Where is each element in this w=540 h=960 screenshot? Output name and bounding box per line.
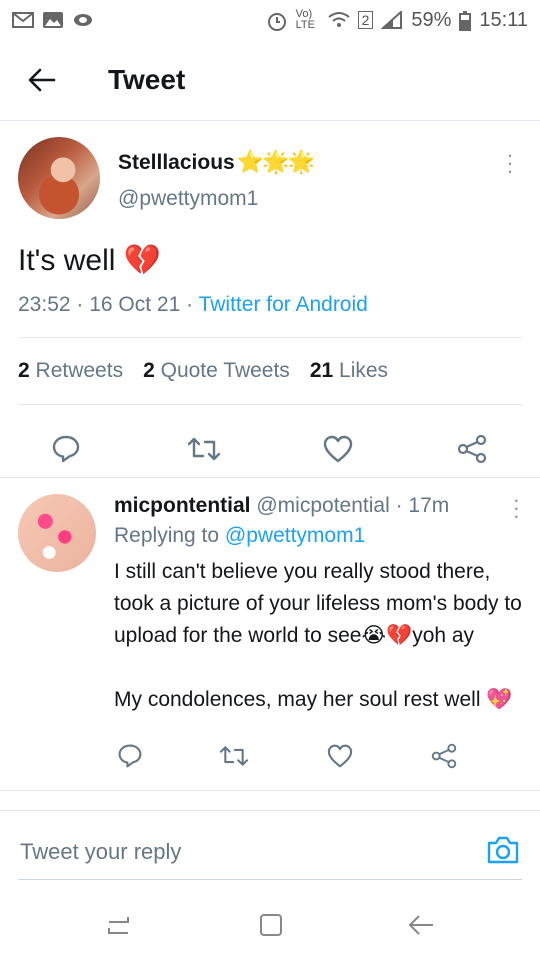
back-arrow-icon [408, 915, 433, 935]
tweet-date: 16 Oct 21 [89, 293, 181, 316]
retweet-icon [187, 437, 221, 461]
tweet-stats: 2 Retweets 2 Quote Tweets 21 Likes [18, 359, 388, 383]
battery-icon [459, 11, 472, 31]
retweet-button[interactable] [184, 429, 224, 469]
alarm-icon [266, 11, 288, 31]
recents-button[interactable] [104, 910, 134, 940]
reply-button[interactable] [114, 740, 146, 772]
more-options-icon[interactable]: · · · [513, 489, 520, 527]
signal-icon [380, 9, 403, 29]
display-name-text: Stelllacious [118, 151, 235, 174]
system-back-button[interactable] [406, 910, 436, 940]
gallery-icon [42, 11, 64, 29]
gmail-icon [12, 11, 34, 29]
tweet-text: It's well 💔 [18, 243, 161, 278]
sim-badge: 2 [357, 11, 374, 29]
avatar[interactable] [18, 494, 96, 572]
camera-button[interactable] [486, 833, 520, 867]
display-name[interactable]: Stelllacious⭐🌟🌟 [118, 149, 315, 175]
user-handle[interactable]: @pwettymom1 [118, 187, 258, 211]
heart-icon [323, 435, 353, 463]
reply-icon [118, 744, 142, 768]
battery-percent: 59% [411, 8, 452, 31]
volte-indicator: Vo) LTE [295, 8, 315, 31]
quotes-count: 2 [143, 359, 155, 382]
retweets-label: Retweets [35, 359, 124, 382]
tweet-meta: 23:52 · 16 Oct 21 · Twitter for Android [18, 293, 368, 316]
star-emoji: ⭐🌟🌟 [236, 149, 315, 174]
reply-button[interactable] [46, 429, 86, 469]
share-icon [457, 434, 487, 464]
system-nav-bar [0, 890, 540, 960]
likes-stat[interactable]: 21 Likes [310, 359, 388, 383]
like-button[interactable] [324, 740, 356, 772]
tweet-text-body: It's well [18, 244, 116, 277]
share-button[interactable] [452, 429, 492, 469]
reply-tweet[interactable]: micpontential @micpotential · 17m · · · Re… [0, 478, 540, 791]
crying-broken-heart-emoji: 😭💔 [361, 624, 413, 647]
reply-body: I still can't believe you really stood t… [114, 556, 524, 716]
link-icon [72, 11, 94, 29]
broken-heart-emoji: 💔 [123, 244, 162, 277]
wifi-icon [327, 11, 350, 29]
clock: 15:11 [479, 8, 528, 31]
reply-author[interactable]: micpontential @micpotential · 17m [114, 494, 449, 518]
likes-count: 21 [309, 359, 334, 382]
status-bar: Vo) LTE 2 59% 15:11 [0, 0, 540, 40]
tweet-actions [0, 421, 540, 477]
retweets-stat[interactable]: 2 Retweets [18, 359, 123, 383]
home-icon [260, 914, 282, 936]
reply-display-name: micpontential [114, 494, 251, 517]
reply-icon [52, 435, 80, 463]
reply-actions [0, 734, 540, 784]
input-underline [18, 879, 522, 880]
retweet-icon [219, 746, 249, 766]
replying-to: Replying to @pwettymom1 [114, 524, 365, 548]
page-title: Tweet [108, 64, 186, 95]
home-button[interactable] [256, 910, 286, 940]
status-left [12, 11, 94, 29]
like-button[interactable] [318, 429, 358, 469]
avatar[interactable] [18, 137, 100, 219]
reply-text-1-end: yoh ay [412, 624, 475, 647]
reply-text-2: My condolences, may her soul rest well [114, 688, 481, 711]
replying-to-handle[interactable]: @pwettymom1 [225, 524, 365, 547]
likes-label: Likes [339, 359, 389, 382]
retweets-count: 2 [18, 359, 30, 382]
tweet-time: 23:52 [18, 293, 71, 316]
camera-icon [487, 836, 519, 864]
tweet-source-link[interactable]: Twitter for Android [199, 293, 368, 316]
reply-handle: @micpotential [256, 494, 390, 517]
more-options-icon[interactable]: · · · [500, 144, 520, 182]
share-button[interactable] [428, 740, 460, 772]
screen: Vo) LTE 2 59% 15:11 Tweet Stelllacious⭐🌟… [0, 0, 540, 960]
quotes-stat[interactable]: 2 Quote Tweets [143, 359, 290, 383]
separator-dot: · [389, 494, 409, 517]
app-bar: Tweet [0, 40, 540, 121]
reply-input[interactable] [18, 831, 462, 873]
arrow-left-icon [28, 68, 56, 92]
quotes-label: Quote Tweets [160, 359, 290, 382]
main-tweet: Stelllacious⭐🌟🌟 @pwettymom1 · · · It's wel… [0, 121, 540, 478]
reply-age: 17m [408, 494, 450, 517]
reply-composer [0, 810, 540, 891]
recents-icon [108, 917, 129, 934]
heart-icon [327, 744, 353, 768]
divider [18, 404, 522, 405]
divider [18, 337, 522, 338]
retweet-button[interactable] [218, 740, 250, 772]
replying-to-label: Replying to [114, 524, 220, 547]
back-button[interactable] [14, 52, 70, 108]
share-icon [431, 743, 457, 769]
status-right: Vo) LTE 2 59% 15:11 [266, 9, 528, 32]
sparkling-heart-emoji: 💖 [486, 688, 513, 711]
